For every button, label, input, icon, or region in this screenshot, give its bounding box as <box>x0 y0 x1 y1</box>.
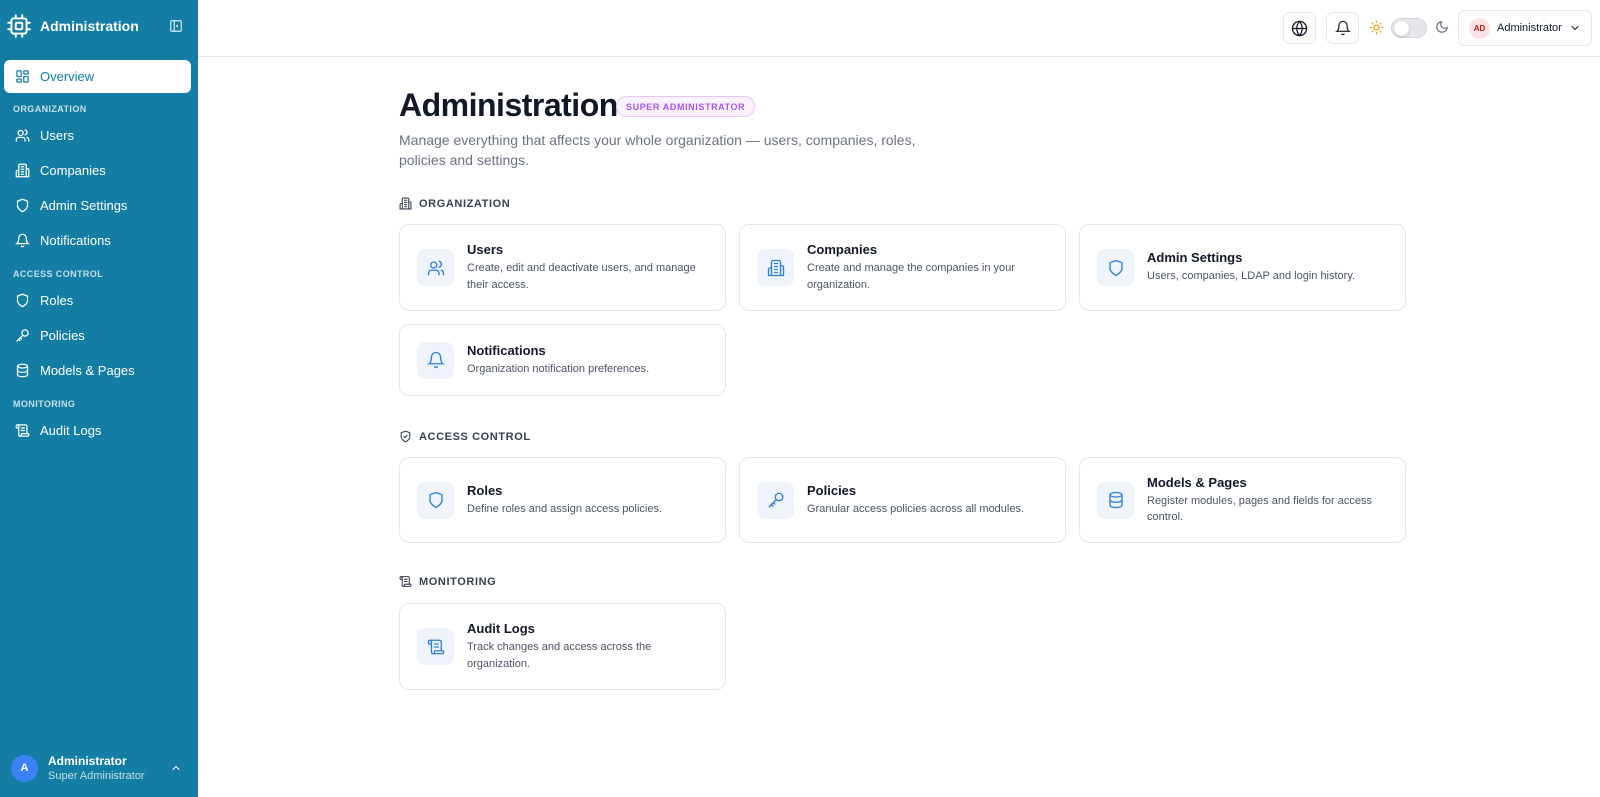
database-icon <box>16 363 29 378</box>
sidebar-item-roles[interactable]: Roles <box>4 284 191 317</box>
building-icon <box>399 197 412 210</box>
chevron-down-icon <box>1571 25 1579 31</box>
sidebar-item-models-pages[interactable]: Models & Pages <box>4 354 191 387</box>
card-description: Track changes and access across the orga… <box>467 641 652 670</box>
card-admin-settings[interactable]: Admin Settings Users, companies, LDAP an… <box>1079 224 1406 311</box>
sidebar-item-users[interactable]: Users <box>4 119 191 152</box>
sidebar-app-title: Administration <box>40 18 139 34</box>
sidebar-item-label: Admin Settings <box>40 198 128 213</box>
scroll-icon <box>15 424 30 437</box>
sidebar-item-label: Users <box>40 128 74 143</box>
section-heading-monitoring: MONITORING <box>399 575 496 588</box>
user-menu-button[interactable]: AD Administrator <box>1458 10 1592 46</box>
globe-icon <box>1291 19 1308 37</box>
database-icon <box>1097 481 1134 519</box>
card-title: Notifications <box>467 342 546 358</box>
card-title: Roles <box>467 482 503 498</box>
sidebar-user-role: Super Administrator <box>48 770 145 782</box>
scroll-icon <box>417 628 454 665</box>
bell-icon <box>1334 20 1351 36</box>
card-title: Users <box>467 242 504 257</box>
card-notifications[interactable]: Notifications Organization notification … <box>399 324 726 396</box>
section-heading-organization: ORGANIZATION <box>399 197 510 210</box>
sidebar-item-audit-logs[interactable]: Audit Logs <box>4 414 191 447</box>
key-icon <box>757 481 794 519</box>
theme-toggle[interactable] <box>1391 18 1427 38</box>
sidebar-item-admin-settings[interactable]: Admin Settings <box>4 189 191 222</box>
user-menu-name: Administrator <box>1497 22 1562 34</box>
dashboard-icon <box>16 70 29 83</box>
card-title: Admin Settings <box>1147 250 1243 266</box>
sidebar-item-label: Companies <box>40 163 106 178</box>
card-title: Companies <box>807 242 878 257</box>
card-description: Create and manage the companies in your … <box>807 262 1015 291</box>
chevron-up-icon <box>172 765 180 771</box>
building-icon <box>15 163 30 178</box>
card-models-pages[interactable]: Models & Pages Register modules, pages a… <box>1079 457 1406 543</box>
section-heading-access-control: ACCESS CONTROL <box>399 430 531 443</box>
section-heading-label: ACCESS CONTROL <box>419 430 531 443</box>
card-description: Create, edit and deactivate users, and m… <box>467 262 696 291</box>
sidebar: Administration Overview ORGANIZATION Use… <box>0 0 198 797</box>
sidebar-section-monitoring: MONITORING <box>13 399 76 409</box>
sidebar-item-label: Models & Pages <box>40 363 135 378</box>
shield-check-icon <box>400 430 411 443</box>
page-description: Manage everything that affects your whol… <box>399 132 916 168</box>
key-icon <box>16 329 29 342</box>
sidebar-user-info: Administrator Super Administrator <box>48 754 170 782</box>
sidebar-item-companies[interactable]: Companies <box>4 154 191 187</box>
moon-icon <box>1436 21 1448 33</box>
sidebar-item-label: Policies <box>40 328 85 343</box>
card-audit-logs[interactable]: Audit Logs Track changes and access acro… <box>399 603 726 690</box>
bell-icon <box>15 233 30 248</box>
card-title: Policies <box>807 482 857 498</box>
cpu-chip-logo-icon <box>6 13 32 39</box>
language-button[interactable] <box>1283 12 1316 44</box>
section-heading-label: MONITORING <box>419 575 497 588</box>
sidebar-item-notifications[interactable]: Notifications <box>4 224 191 257</box>
bell-icon <box>417 341 454 379</box>
avatar: A <box>11 754 38 782</box>
sidebar-item-label: Overview <box>40 69 95 84</box>
sidebar-user-name: Administrator <box>48 754 127 768</box>
sidebar-section-access-control: ACCESS CONTROL <box>13 269 104 279</box>
topbar: AD Administrator <box>198 0 1600 57</box>
users-icon <box>417 249 454 286</box>
card-description: Define roles and assign access policies. <box>467 502 663 515</box>
sidebar-item-label: Roles <box>40 293 74 308</box>
sidebar-item-label: Audit Logs <box>40 423 102 438</box>
users-icon <box>15 129 30 142</box>
section-heading-label: ORGANIZATION <box>419 197 511 210</box>
shield-icon <box>16 198 29 213</box>
sidebar-item-label: Notifications <box>40 233 111 248</box>
card-description: Organization notification preferences. <box>467 362 650 375</box>
card-policies[interactable]: Policies Granular access policies across… <box>739 457 1066 543</box>
role-badge: SUPER ADMINISTRATOR <box>616 96 756 117</box>
building-icon <box>757 249 794 286</box>
sidebar-user-menu[interactable]: A Administrator Super Administrator <box>0 739 198 797</box>
card-description: Register modules, pages and fields for a… <box>1147 494 1373 524</box>
card-description: Granular access policies across all modu… <box>807 502 1025 515</box>
shield-icon <box>1097 249 1134 286</box>
card-companies[interactable]: Companies Create and manage the companie… <box>739 224 1066 311</box>
scroll-icon <box>399 576 412 587</box>
shield-icon <box>417 481 454 519</box>
shield-icon <box>16 293 29 308</box>
sidebar-section-organization: ORGANIZATION <box>13 104 87 114</box>
sidebar-item-policies[interactable]: Policies <box>4 319 191 352</box>
card-roles[interactable]: Roles Define roles and assign access pol… <box>399 457 726 543</box>
avatar: AD <box>1469 17 1490 39</box>
sun-icon <box>1369 20 1384 35</box>
sidebar-header: Administration <box>0 0 198 52</box>
card-description: Users, companies, LDAP and login history… <box>1147 270 1356 283</box>
card-title: Models & Pages <box>1147 474 1247 490</box>
sidebar-item-overview[interactable]: Overview <box>4 60 191 93</box>
card-users[interactable]: Users Create, edit and deactivate users,… <box>399 224 726 311</box>
page-title: Administration <box>399 87 618 123</box>
card-title: Audit Logs <box>467 621 535 636</box>
notifications-button[interactable] <box>1326 12 1359 44</box>
sidebar-collapse-icon[interactable] <box>168 18 184 34</box>
theme-toggle-knob <box>1394 21 1409 36</box>
